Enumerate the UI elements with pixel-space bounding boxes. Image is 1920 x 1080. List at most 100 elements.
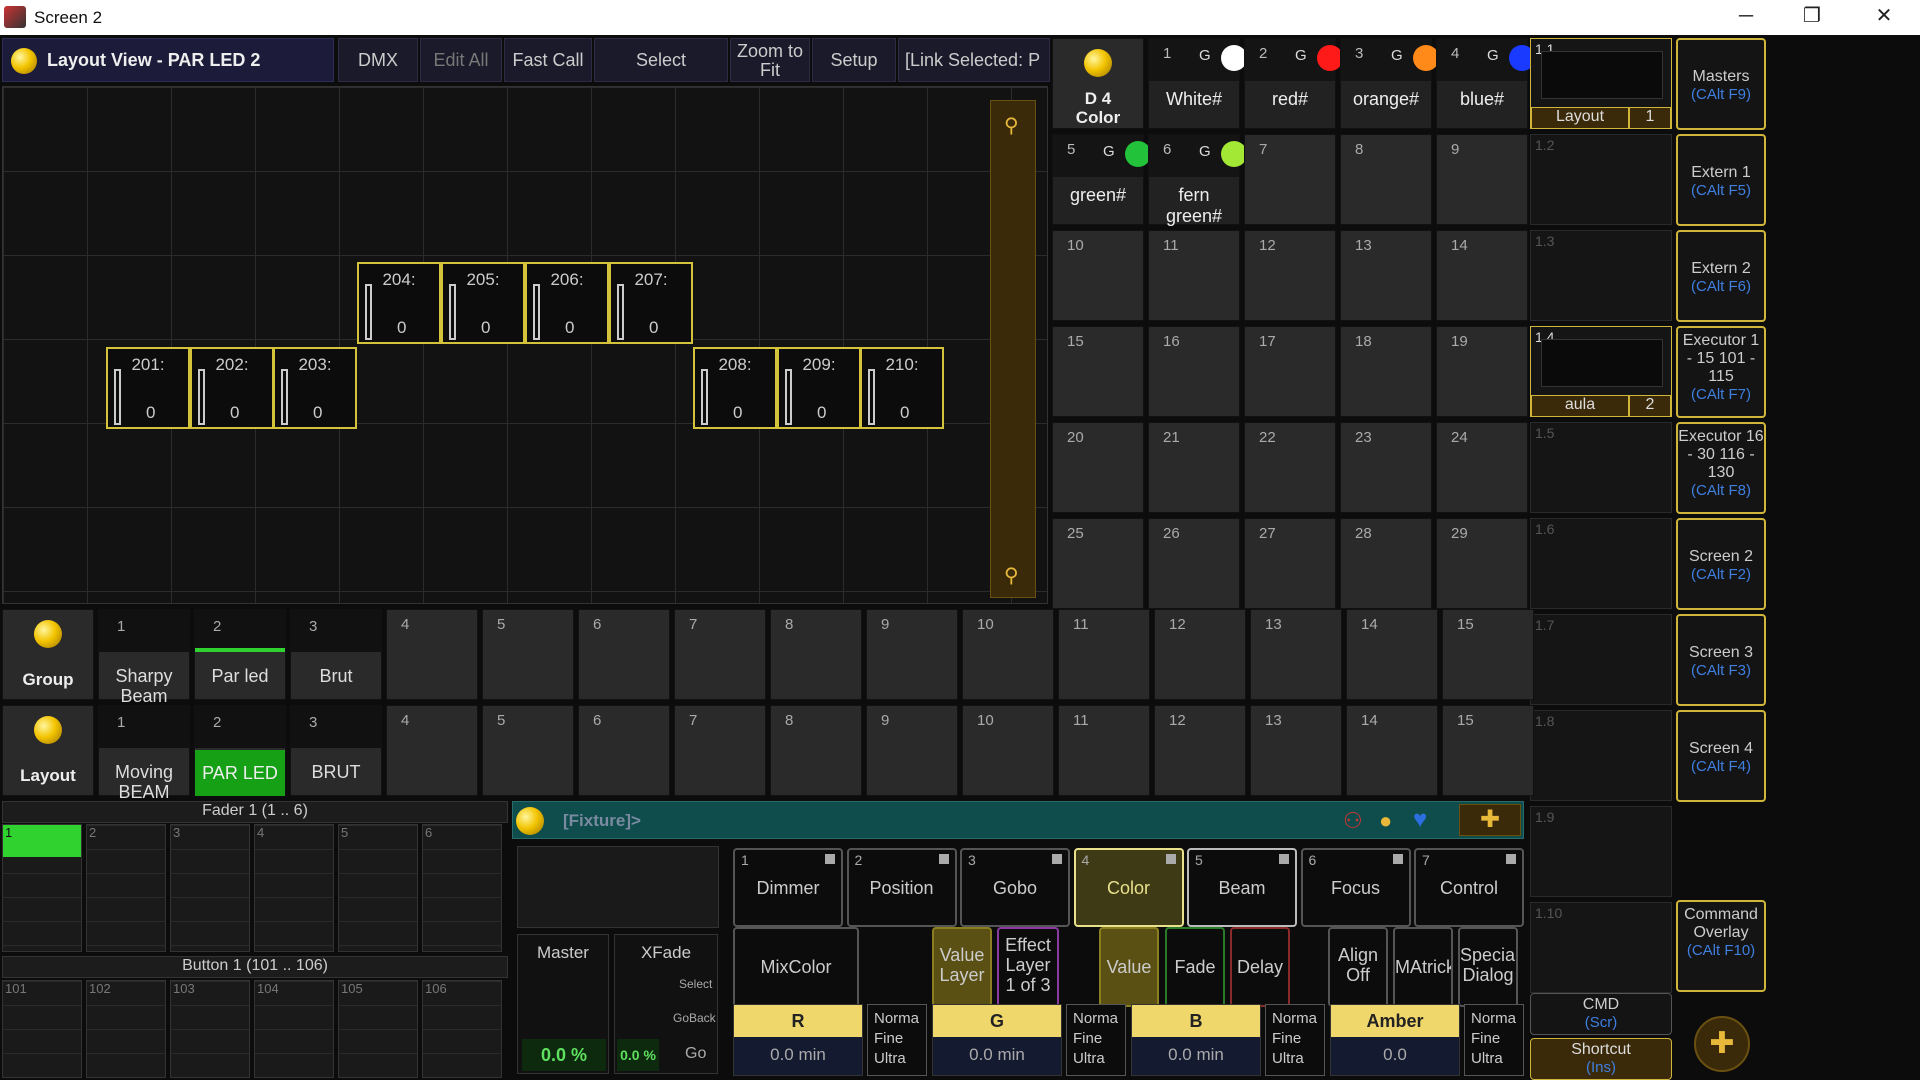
attribute-gobo-button[interactable]: 3 Gobo: [960, 848, 1070, 927]
fader-5[interactable]: 5: [338, 824, 418, 952]
color-preset-empty[interactable]: 11: [1148, 230, 1240, 321]
group-3[interactable]: 3 Brut: [290, 609, 382, 700]
encoder-amber[interactable]: Amber 0.0: [1330, 1004, 1460, 1076]
restore-button[interactable]: ❐: [1782, 0, 1842, 35]
xfade-go-button[interactable]: Go: [685, 1045, 706, 1063]
layout-1[interactable]: 1 Moving BEAM: [98, 705, 190, 802]
minimize-button[interactable]: ─: [1716, 0, 1776, 35]
encoder-g[interactable]: G 0.0 min: [932, 1004, 1062, 1076]
group-empty[interactable]: 6: [578, 609, 670, 700]
network-icon[interactable]: ⚇: [1343, 808, 1363, 834]
color-preset-empty[interactable]: 22: [1244, 422, 1336, 513]
color-preset-4[interactable]: 4 G blue#: [1436, 38, 1535, 129]
heart-icon[interactable]: ♥: [1413, 806, 1427, 834]
master-fader[interactable]: Master 0.0 %: [517, 934, 609, 1074]
encoder-mode-r[interactable]: Norma Fine Ultra: [867, 1004, 927, 1076]
command-overlay-button[interactable]: Command Overlay (CAlt F10): [1676, 900, 1766, 992]
command-line[interactable]: [Fixture]> ⚇ ● ♥ ✚: [512, 801, 1524, 839]
encoder-mode-g[interactable]: Norma Fine Ultra: [1066, 1004, 1126, 1076]
attribute-position-button[interactable]: 2 Position: [846, 848, 957, 927]
color-preset-empty[interactable]: 13: [1340, 230, 1432, 321]
zoom-scrollbar[interactable]: ⚲ ⚲: [990, 100, 1036, 598]
matricks-button[interactable]: MAtricks: [1393, 927, 1453, 1007]
layout-empty[interactable]: 6: [578, 705, 670, 796]
group-empty[interactable]: 10: [962, 609, 1054, 700]
color-preset-empty[interactable]: 7: [1244, 134, 1336, 225]
add-icon[interactable]: ✚: [1459, 804, 1521, 836]
view-button-1.6[interactable]: 1.6: [1530, 518, 1672, 609]
setup-button[interactable]: Setup: [812, 38, 896, 82]
layout-empty[interactable]: 11: [1058, 705, 1150, 796]
value-button[interactable]: Value: [1099, 927, 1159, 1007]
color-pool-title[interactable]: D 4 Color: [1052, 38, 1144, 129]
layout-empty[interactable]: 12: [1154, 705, 1246, 796]
fixture-208[interactable]: 208: 0: [693, 347, 777, 429]
special-dialog-button[interactable]: Special Dialog: [1458, 927, 1518, 1007]
color-preset-empty[interactable]: 23: [1340, 422, 1432, 513]
fader-2[interactable]: 2: [86, 824, 166, 952]
color-preset-6[interactable]: 6 G fern green#: [1148, 134, 1247, 226]
layout-empty[interactable]: 5: [482, 705, 574, 796]
view-button-1.3[interactable]: 1.3: [1530, 230, 1672, 321]
screen-2-button[interactable]: Screen 2 (CAlt F2): [1676, 518, 1766, 610]
exec-button-103[interactable]: 103: [170, 980, 250, 1078]
color-preset-empty[interactable]: 27: [1244, 518, 1336, 609]
encoder-mode-amber[interactable]: Norma Fine Ultra: [1464, 1004, 1524, 1076]
color-preset-empty[interactable]: 26: [1148, 518, 1240, 609]
command-input[interactable]: [Fixture]>: [563, 811, 641, 831]
color-preset-empty[interactable]: 17: [1244, 326, 1336, 417]
color-preset-1[interactable]: 1 G White#: [1148, 38, 1247, 129]
group-empty[interactable]: 11: [1058, 609, 1150, 700]
group-empty[interactable]: 13: [1250, 609, 1342, 700]
group-2[interactable]: 2 Par led: [194, 609, 286, 700]
close-button[interactable]: ✕: [1854, 0, 1914, 35]
group-empty[interactable]: 4: [386, 609, 478, 700]
extern-1-button[interactable]: Extern 1 (CAlt F5): [1676, 134, 1766, 226]
fixture-202[interactable]: 202: 0: [190, 347, 274, 429]
view-button-1.7[interactable]: 1.7: [1530, 614, 1672, 705]
fixture-204[interactable]: 204: 0: [357, 262, 441, 344]
attribute-beam-button[interactable]: 5 Beam: [1187, 848, 1297, 927]
view-button-1.1[interactable]: 1.1 Layout 1: [1530, 38, 1672, 129]
fixture-207[interactable]: 207: 0: [609, 262, 693, 344]
color-preset-empty[interactable]: 20: [1052, 422, 1144, 513]
dmx-button[interactable]: DMX: [338, 38, 418, 82]
view-button-1.10[interactable]: 1.10: [1530, 902, 1672, 993]
color-preset-empty[interactable]: 18: [1340, 326, 1432, 417]
group-empty[interactable]: 15: [1442, 609, 1534, 700]
move-plus-icon[interactable]: ✚: [1694, 1016, 1750, 1072]
layout-empty[interactable]: 10: [962, 705, 1054, 796]
layout-empty[interactable]: 8: [770, 705, 862, 796]
layout-3[interactable]: 3 BRUT: [290, 705, 382, 796]
color-preset-empty[interactable]: 29: [1436, 518, 1528, 609]
encoder-b[interactable]: B 0.0 min: [1131, 1004, 1261, 1076]
attribute-control-button[interactable]: 7 Control: [1414, 848, 1524, 927]
layout-empty[interactable]: 4: [386, 705, 478, 796]
color-preset-empty[interactable]: 15: [1052, 326, 1144, 417]
shortcut-button[interactable]: Shortcut (Ins): [1530, 1038, 1672, 1080]
color-preset-2[interactable]: 2 G red#: [1244, 38, 1343, 129]
layout-empty[interactable]: 7: [674, 705, 766, 796]
exec-button-106[interactable]: 106: [422, 980, 502, 1078]
layout-empty[interactable]: 13: [1250, 705, 1342, 796]
cmd-button[interactable]: CMD (Scr): [1530, 993, 1672, 1035]
layout-pool-title[interactable]: Layout: [2, 705, 94, 796]
attribute-focus-button[interactable]: 6 Focus: [1300, 848, 1411, 927]
fade-button[interactable]: Fade: [1165, 927, 1225, 1007]
extern-2-button[interactable]: Extern 2 (CAlt F6): [1676, 230, 1766, 322]
layout-empty[interactable]: 15: [1442, 705, 1534, 796]
group-empty[interactable]: 14: [1346, 609, 1438, 700]
layout-empty[interactable]: 9: [866, 705, 958, 796]
executor-1-15-101-115-button[interactable]: Executor 1 - 15 101 - 115 (CAlt F7): [1676, 326, 1766, 418]
group-empty[interactable]: 9: [866, 609, 958, 700]
fixture-206[interactable]: 206: 0: [525, 262, 609, 344]
color-preset-empty[interactable]: 16: [1148, 326, 1240, 417]
view-button-1.2[interactable]: 1.2: [1530, 134, 1672, 225]
fixture-210[interactable]: 210: 0: [860, 347, 944, 429]
color-preset-empty[interactable]: 12: [1244, 230, 1336, 321]
xfade-select-button[interactable]: Select: [679, 977, 712, 991]
effect-layer-button[interactable]: Effect Layer 1 of 3: [997, 927, 1059, 1007]
attribute-dimmer-button[interactable]: 1 Dimmer: [733, 848, 843, 927]
color-preset-empty[interactable]: 28: [1340, 518, 1432, 609]
xfade-fader[interactable]: XFade Select GoBack Go 0.0 %: [614, 934, 718, 1074]
